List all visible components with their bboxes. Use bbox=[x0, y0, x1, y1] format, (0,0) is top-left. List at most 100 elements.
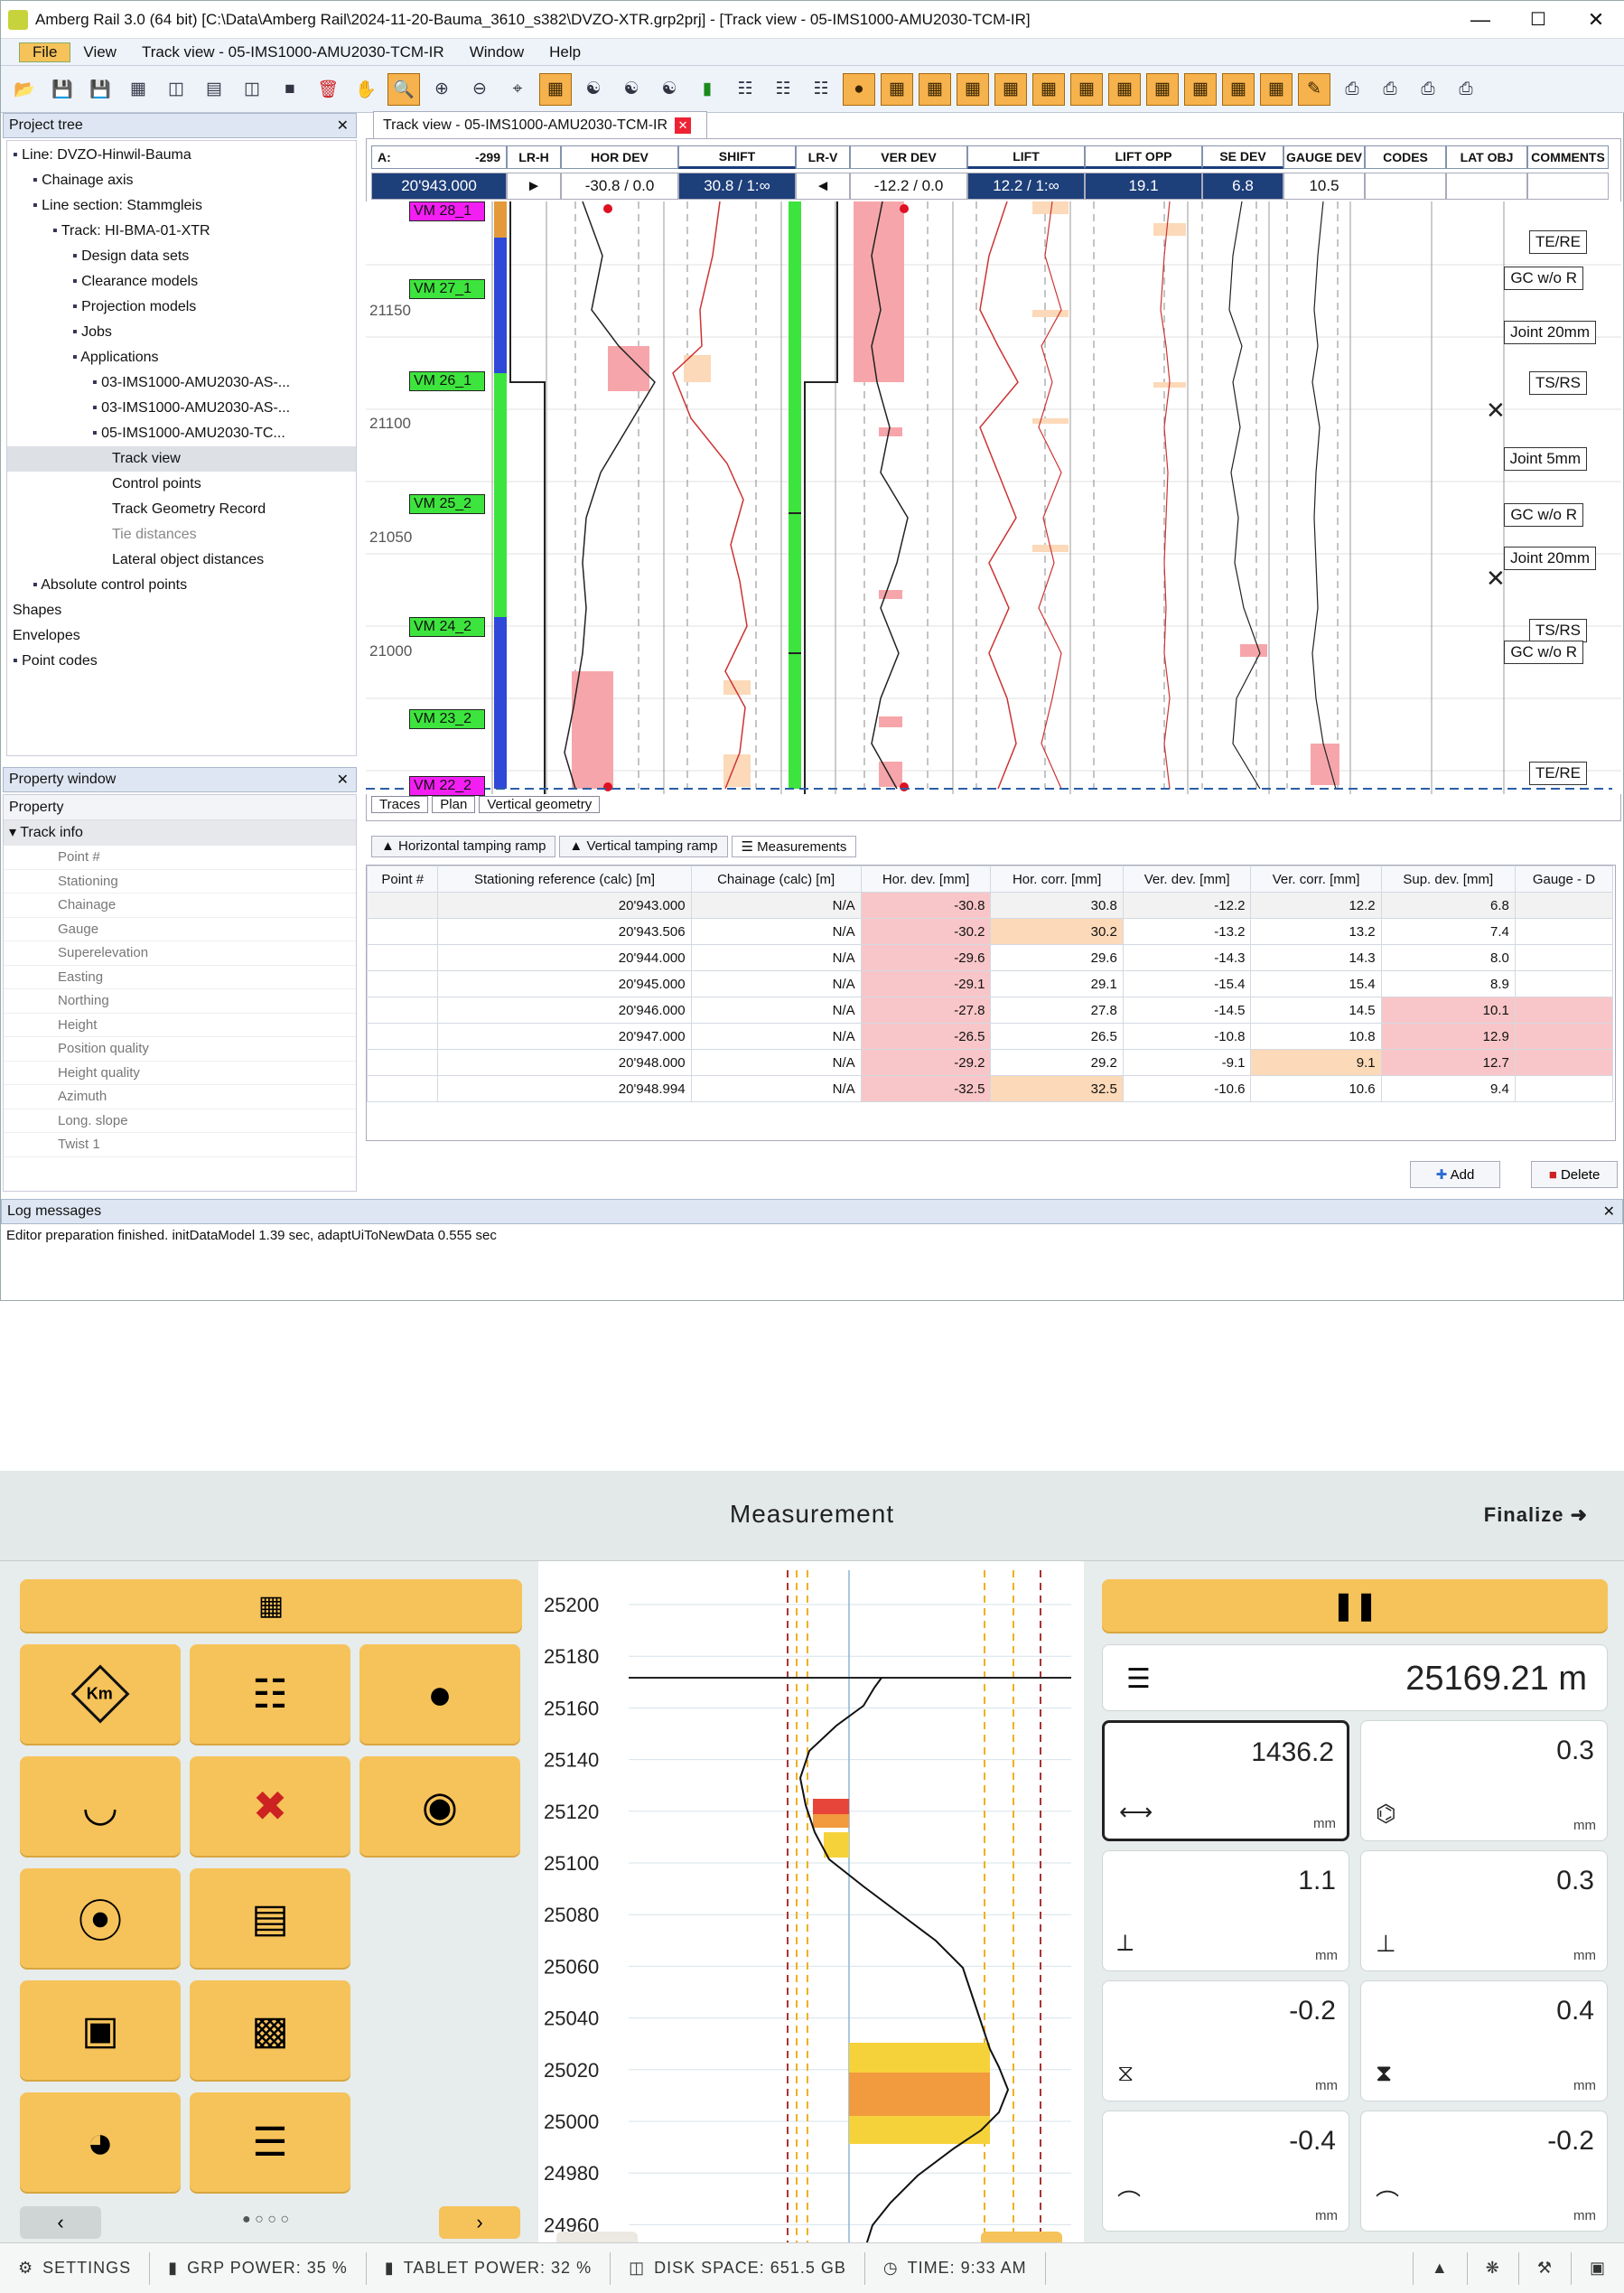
sleeper-tile[interactable]: ☰ bbox=[190, 2092, 350, 2192]
satellite-button[interactable]: ❋ bbox=[1468, 2251, 1519, 2285]
column-header[interactable]: LIFT bbox=[967, 145, 1085, 169]
tree-item[interactable]: ▪ Track: HI-BMA-01-XTR bbox=[7, 219, 356, 244]
vm-marker[interactable]: VM 22_2 bbox=[409, 776, 485, 796]
tunnel-portal-tile[interactable]: ▤ bbox=[190, 1868, 350, 1968]
signal-icon[interactable]: ▮ bbox=[691, 73, 723, 106]
reading-tile[interactable]: -0.2 mm ⧖ bbox=[1102, 1980, 1349, 2101]
vm-marker[interactable]: VM 24_2 bbox=[409, 617, 485, 637]
maximize-button[interactable]: ☐ bbox=[1509, 8, 1567, 31]
marker-icon[interactable]: ● bbox=[843, 72, 875, 106]
pause-button[interactable]: ❚❚ bbox=[1102, 1579, 1608, 1632]
table-row[interactable]: 20'944.000 N/A -29.6 29.6 -14.3 14.3 8.0 bbox=[367, 944, 1614, 971]
close-icon[interactable]: ✕ bbox=[337, 771, 356, 789]
property-row[interactable]: Stationing bbox=[4, 870, 356, 894]
property-row[interactable]: Height quality bbox=[4, 1062, 356, 1085]
tree-item[interactable]: Lateral object distances bbox=[7, 548, 356, 573]
tree-item[interactable]: ▪ 05-IMS1000-AMU2030-TC... bbox=[7, 421, 356, 446]
property-group[interactable]: ▾ Track info bbox=[4, 820, 356, 846]
tool-q-icon[interactable]: ▦ bbox=[1260, 72, 1293, 106]
open-icon[interactable]: 📂 bbox=[8, 73, 41, 106]
tab-horizontal-tamping-ramp[interactable]: ▲ Horizontal tamping ramp bbox=[371, 836, 556, 857]
tool-d-icon[interactable]: ☷ bbox=[729, 73, 761, 106]
property-row[interactable]: Point # bbox=[4, 846, 356, 870]
print4-icon[interactable]: ⎙ bbox=[1450, 73, 1482, 106]
tab-traces[interactable]: Traces bbox=[371, 796, 429, 813]
property-row[interactable]: Twist 1 bbox=[4, 1133, 356, 1157]
reading-tile[interactable]: -0.2 mm ⌒ bbox=[1360, 2110, 1608, 2232]
property-row[interactable]: Long. slope bbox=[4, 1109, 356, 1133]
tree-item[interactable]: ▪ Clearance models bbox=[7, 269, 356, 295]
close-tab-icon[interactable]: ✕ bbox=[675, 117, 692, 134]
vm-marker[interactable]: VM 27_1 bbox=[409, 279, 485, 299]
print2-icon[interactable]: ⎙ bbox=[1374, 73, 1406, 106]
trolley-button[interactable]: ▲ bbox=[1412, 2251, 1468, 2285]
prev-page-button[interactable]: ‹ bbox=[20, 2206, 101, 2239]
delete-button[interactable]: ■ Delete bbox=[1531, 1161, 1618, 1188]
comment-tag[interactable]: GC w/o R bbox=[1504, 267, 1583, 290]
table-row[interactable]: 20'948.994 N/A -32.5 32.5 -10.6 10.6 9.4 bbox=[367, 1075, 1614, 1102]
reading-tile[interactable]: 0.3 mm ⌬ bbox=[1360, 1720, 1608, 1841]
column-header[interactable]: COMMENTS bbox=[1527, 145, 1609, 169]
tool-f-icon[interactable]: ☷ bbox=[805, 73, 837, 106]
comment-icon[interactable]: ✎ bbox=[1298, 72, 1330, 106]
tool-i-icon[interactable]: ▦ bbox=[957, 72, 989, 106]
settings-button[interactable]: ⚙ SETTINGS bbox=[0, 2251, 151, 2285]
menu-file[interactable]: File bbox=[19, 42, 71, 62]
curve-tile[interactable]: ◡ bbox=[20, 1756, 181, 1856]
tree-item[interactable]: Tie distances bbox=[7, 522, 356, 548]
tab-plan[interactable]: Plan bbox=[432, 796, 476, 813]
add-button[interactable]: ✚ Add bbox=[1410, 1161, 1500, 1188]
multi-location-tile[interactable]: ◉ bbox=[359, 1756, 520, 1856]
tunnel-tile[interactable]: ◕ bbox=[20, 2092, 181, 2192]
print-icon[interactable]: ⎙ bbox=[1336, 73, 1368, 106]
tree-item[interactable]: Track Geometry Record bbox=[7, 497, 356, 522]
column-header[interactable]: LR-V bbox=[796, 145, 850, 169]
tree-item[interactable]: ▪ Point codes bbox=[7, 649, 356, 674]
menu-window[interactable]: Window bbox=[457, 43, 537, 61]
close-icon[interactable]: ✕ bbox=[337, 117, 356, 135]
column-header[interactable]: CODES bbox=[1365, 145, 1446, 169]
column-header[interactable]: GAUGE DEV bbox=[1283, 145, 1365, 169]
tool-o-icon[interactable]: ▦ bbox=[1184, 72, 1217, 106]
split-h-icon[interactable]: ▤ bbox=[198, 73, 230, 106]
track-tool-icon[interactable]: ▦ bbox=[539, 72, 572, 106]
table-row[interactable]: 20'943.000 N/A -30.8 30.8 -12.2 12.2 6.8 bbox=[367, 892, 1614, 919]
property-row[interactable]: Gauge bbox=[4, 918, 356, 941]
calendar-tile[interactable]: ▦ bbox=[20, 1579, 522, 1632]
minimize-button[interactable]: — bbox=[1451, 8, 1509, 32]
tree-item[interactable]: ▪ Projection models bbox=[7, 295, 356, 320]
property-row[interactable]: Superelevation bbox=[4, 941, 356, 966]
column-header[interactable]: LR-H bbox=[507, 145, 561, 169]
split-v-icon[interactable]: ◫ bbox=[236, 73, 268, 106]
tree-item[interactable]: Envelopes bbox=[7, 623, 356, 649]
vm-marker[interactable]: VM 23_2 bbox=[409, 709, 485, 729]
column-header[interactable]: LAT OBJ bbox=[1446, 145, 1527, 169]
track-view-tab[interactable]: Track view - 05-IMS1000-AMU2030-TCM-IR ✕ bbox=[373, 111, 707, 138]
crossing-tile[interactable]: ✖ bbox=[190, 1756, 350, 1856]
print-preview-icon[interactable]: ▦ bbox=[122, 73, 154, 106]
tree-item[interactable]: ▪ Applications bbox=[7, 345, 356, 370]
tree-item[interactable]: ▪ Design data sets bbox=[7, 244, 356, 269]
comment-tag[interactable]: TE/RE bbox=[1528, 762, 1587, 785]
menu-track-view[interactable]: Track view - 05-IMS1000-AMU2030-TCM-IR bbox=[129, 43, 457, 61]
column-header[interactable]: LIFT OPP bbox=[1085, 145, 1202, 169]
tree-item[interactable]: Track view bbox=[7, 446, 356, 472]
close-button[interactable]: ✕ bbox=[1567, 8, 1624, 32]
reading-tile[interactable]: 1436.2 mm ⟷ bbox=[1102, 1720, 1349, 1841]
tab-measurements[interactable]: ☰ Measurements bbox=[731, 836, 857, 857]
property-row[interactable]: Northing bbox=[4, 989, 356, 1014]
pan-icon[interactable]: ✋ bbox=[350, 73, 382, 106]
tool-g-icon[interactable]: ▦ bbox=[881, 72, 913, 106]
tool-button[interactable]: ⚒ bbox=[1519, 2251, 1572, 2285]
zoom-fit-icon[interactable]: ⌖ bbox=[501, 73, 534, 106]
column-header[interactable]: SE DEV bbox=[1202, 145, 1283, 169]
station-tile[interactable]: ▣ bbox=[20, 1980, 181, 2080]
bridge-tile[interactable]: ☷ bbox=[190, 1644, 350, 1744]
camera-button[interactable]: ▣ bbox=[1572, 2252, 1624, 2285]
tab-vertical-geometry[interactable]: Vertical geometry bbox=[479, 796, 601, 813]
save-all-icon[interactable]: 💾 bbox=[84, 73, 117, 106]
signal-tile[interactable]: ▩ bbox=[190, 1980, 350, 2080]
zoom-out-icon[interactable]: ⊖ bbox=[463, 73, 496, 106]
tool-p-icon[interactable]: ▦ bbox=[1222, 72, 1255, 106]
table-header[interactable]: Ver. corr. [mm] bbox=[1250, 866, 1382, 893]
